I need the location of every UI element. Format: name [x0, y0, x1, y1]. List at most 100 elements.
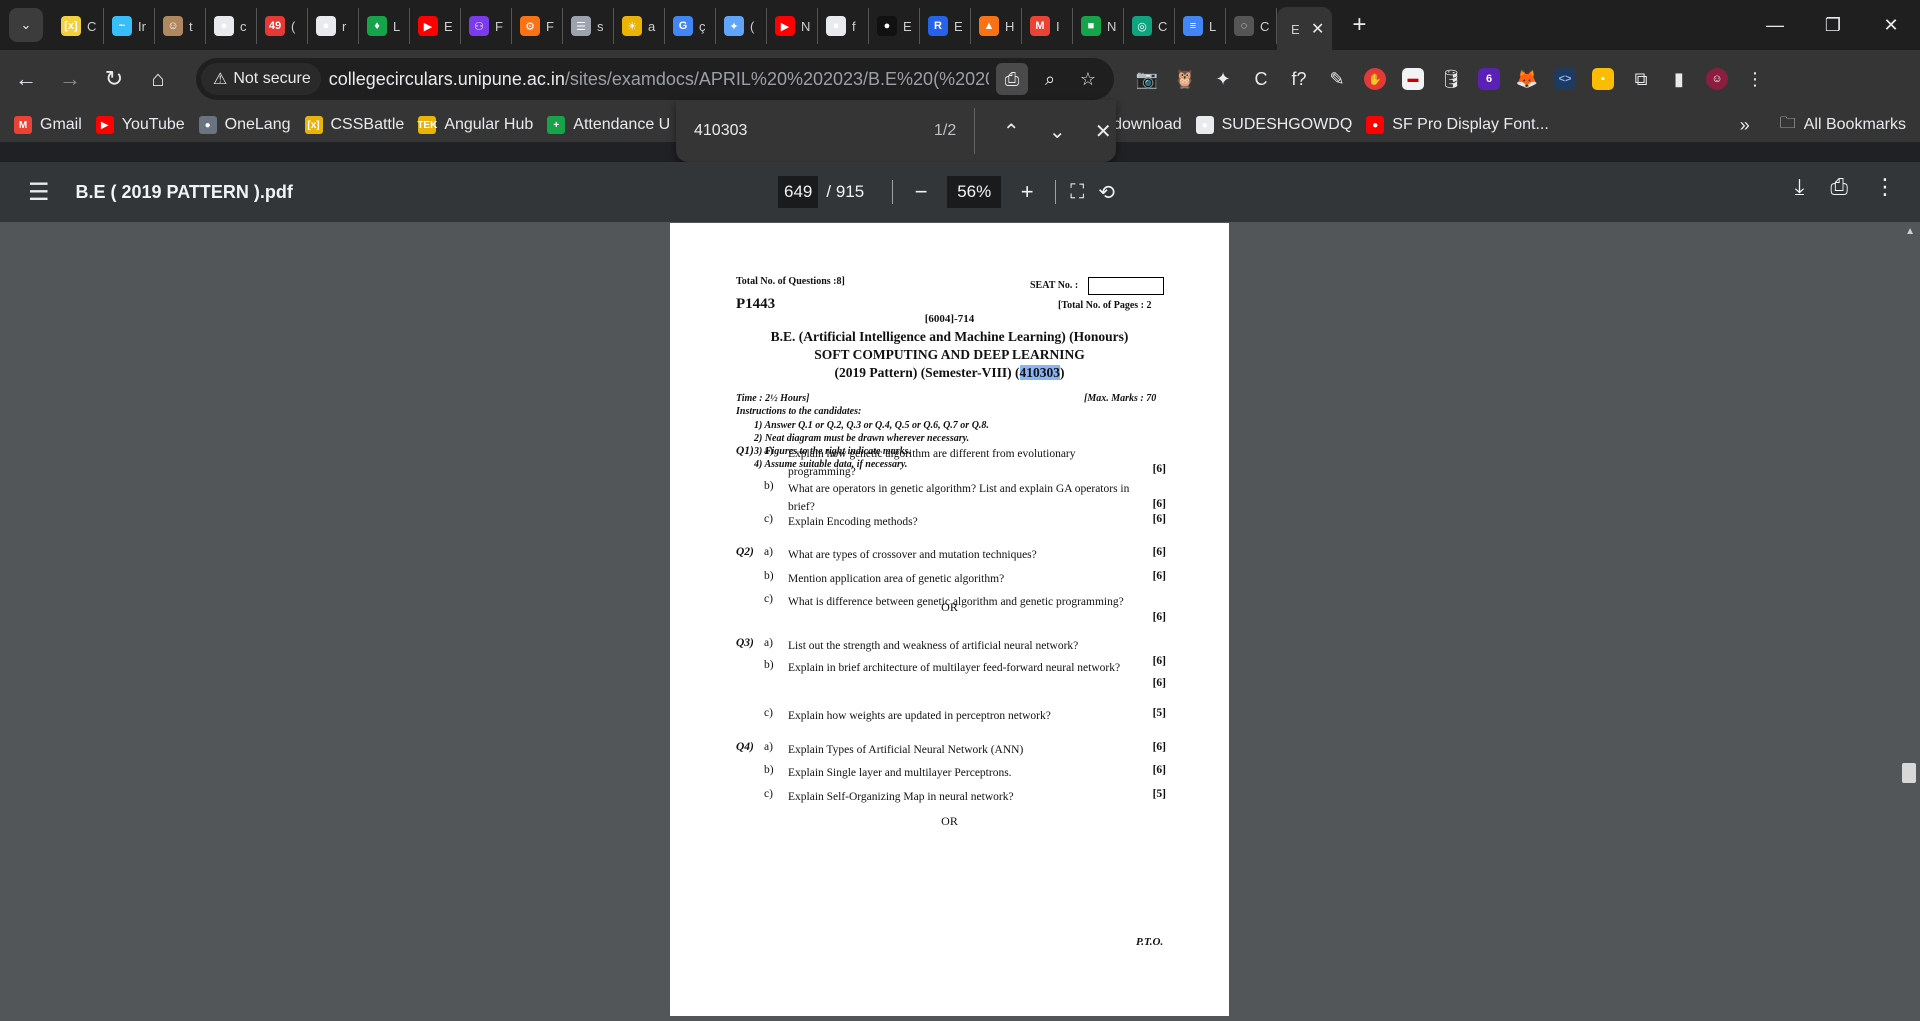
tab[interactable]: ● c [206, 8, 257, 44]
instruction-item: 1) Answer Q.1 or Q.2, Q.3 or Q.4, Q.5 or… [754, 420, 989, 431]
tab[interactable]: ☀ a [614, 8, 665, 44]
restore-icon[interactable]: ❐ [1804, 15, 1862, 36]
tab[interactable]: Gç [665, 8, 716, 44]
question-text: Explain Encoding methods? [788, 516, 918, 528]
notes-extension-icon[interactable]: ▬ [1394, 60, 1432, 98]
find-close-icon[interactable]: ✕ [1093, 119, 1113, 144]
rotate-icon[interactable]: ⟲ [1098, 180, 1115, 205]
reload-button[interactable]: ↻ [96, 61, 132, 97]
all-bookmarks-link[interactable]: All Bookmarks [1804, 116, 1906, 134]
tab[interactable]: ● E [869, 8, 920, 44]
tab[interactable]: ▶ N [767, 8, 818, 44]
zoom-search-icon[interactable]: ⌕ [1034, 63, 1066, 95]
camera-extension-icon[interactable]: 📷 [1128, 60, 1166, 98]
tab[interactable]: RE [920, 8, 971, 44]
more-options-icon[interactable]: ⋮ [1874, 174, 1896, 200]
bookmark-label: CSSBattle [330, 116, 405, 133]
tab[interactable]: ● r [308, 8, 359, 44]
tab[interactable]: [x] C [53, 8, 104, 44]
keep-extension-icon[interactable]: ▪ [1584, 60, 1622, 98]
question-marks: [6] [1152, 677, 1166, 689]
url-text[interactable]: collegecirculars.unipune.ac.in/sites/exa… [329, 69, 989, 90]
back-button[interactable]: ← [8, 61, 44, 97]
address-bar[interactable]: ⚠ Not secure collegecirculars.unipune.ac… [196, 58, 1114, 100]
scroll-up-icon[interactable]: ▲ [1905, 226, 1915, 237]
site-info-button[interactable]: ⚠ Not secure [201, 63, 321, 95]
zoom-in-button[interactable]: + [1013, 179, 1041, 205]
tab[interactable]: ⚇ F [461, 8, 512, 44]
tab-title: ( [750, 18, 755, 34]
bookmark-item[interactable]: [x] CSSBattle [304, 116, 405, 134]
bookmark-item[interactable]: + Attendance U [547, 116, 670, 134]
clip-extension-icon[interactable]: 🛢 [1432, 60, 1470, 98]
zoom-input[interactable]: 56% [947, 176, 1002, 208]
home-button[interactable]: ⌂ [140, 61, 176, 97]
tab-title: E [954, 18, 963, 34]
tab[interactable]: MI [1022, 8, 1073, 44]
tab-search-button[interactable]: ⌄ [9, 8, 43, 42]
stop-extension-icon[interactable]: ✋ [1356, 60, 1394, 98]
hamburger-menu-icon[interactable]: ☰ [28, 178, 50, 207]
bookmark-item[interactable]: ● SUDESHGOWDQ [1195, 116, 1352, 134]
find-input[interactable]: 410303 [694, 122, 894, 140]
close-icon[interactable]: ✕ [1311, 19, 1324, 39]
total-questions: Total No. of Questions :8] [736, 276, 845, 287]
tab[interactable]: ◌ C [1226, 8, 1277, 44]
pto-label: P.T.O. [1136, 936, 1164, 948]
font-extension-icon[interactable]: f? [1280, 60, 1318, 98]
scrollbar[interactable] [1900, 222, 1920, 1021]
tab[interactable]: ♦ L [359, 8, 410, 44]
tab[interactable]: 49 ( [257, 8, 308, 44]
page-number-input[interactable]: 649 [778, 176, 819, 208]
tab[interactable]: ▶ E [410, 8, 461, 44]
tab[interactable]: ~ Ir [104, 8, 155, 44]
bookmark-item[interactable]: ● SF Pro Display Font... [1366, 116, 1549, 134]
tab[interactable]: ☰ s [563, 8, 614, 44]
bookmark-item[interactable]: ▶ YouTube [95, 116, 185, 134]
question-text: Explain how weights are updated in perce… [788, 710, 1051, 722]
bookmark-star-icon[interactable]: ☆ [1072, 63, 1104, 95]
tab[interactable]: ◎ C [1124, 8, 1175, 44]
tab-active[interactable]: E ✕ [1277, 7, 1333, 51]
sidepanel-icon[interactable]: ▮ [1660, 60, 1698, 98]
avatar[interactable]: ☺ [1698, 60, 1736, 98]
find-next-icon[interactable]: ⌄ [1047, 119, 1067, 144]
new-tab-button[interactable]: + [1352, 11, 1366, 39]
print-icon[interactable]: ⎙ [1830, 174, 1848, 200]
minimize-icon[interactable]: — [1746, 15, 1804, 36]
tab-favicon-icon: ≡ [1183, 16, 1203, 36]
eyedropper-extension-icon[interactable]: ✎ [1318, 60, 1356, 98]
close-window-icon[interactable]: ✕ [1862, 15, 1920, 36]
tab[interactable]: ■ N [1073, 8, 1124, 44]
metamask-extension-icon[interactable]: 🦊 [1508, 60, 1546, 98]
tab[interactable]: ☺ t [155, 8, 206, 44]
puzzle-extensions-icon[interactable]: ⧉ [1622, 60, 1660, 98]
more-bookmarks-icon[interactable]: » [1740, 115, 1750, 136]
fit-page-icon[interactable]: ⛶ [1070, 181, 1084, 204]
tab[interactable]: ⚙ F [512, 8, 563, 44]
tab[interactable]: ✦( [716, 8, 767, 44]
scroll-thumb[interactable] [1902, 763, 1916, 783]
download-icon[interactable]: ⤓ [1795, 174, 1805, 200]
owl-extension-icon[interactable]: 🦉 [1166, 60, 1204, 98]
question-row: b) What are operators in genetic algorith… [736, 480, 1166, 516]
tab[interactable]: ▲ H [971, 8, 1022, 44]
find-previous-icon[interactable]: ⌃ [1001, 119, 1021, 144]
tab[interactable]: ≡ L [1175, 8, 1226, 44]
bookmark-item[interactable]: ● OneLang [198, 116, 291, 134]
zoom-out-button[interactable]: − [907, 179, 935, 205]
kebab-menu-icon[interactable]: ⋮ [1736, 60, 1774, 98]
bookmark-item[interactable]: M Gmail [14, 116, 82, 134]
badge-extension-icon[interactable]: 6 [1470, 60, 1508, 98]
forward-button[interactable]: → [52, 61, 88, 97]
tab[interactable]: ● f [818, 8, 869, 44]
question-marks: [6] [1152, 498, 1166, 510]
css-extension-icon[interactable]: C [1242, 60, 1280, 98]
page-selector: 649 / 915 − 56% + ⛶ ⟲ [778, 174, 1115, 210]
tab-title: F [546, 18, 554, 34]
bookmark-item[interactable]: TEK Angular Hub [417, 116, 533, 134]
code-extension-icon[interactable]: <> [1546, 60, 1584, 98]
open-in-reader-icon[interactable]: ⎙ [996, 63, 1028, 95]
color-extension-icon[interactable]: ✦ [1204, 60, 1242, 98]
question-marks: [6] [1152, 546, 1166, 558]
